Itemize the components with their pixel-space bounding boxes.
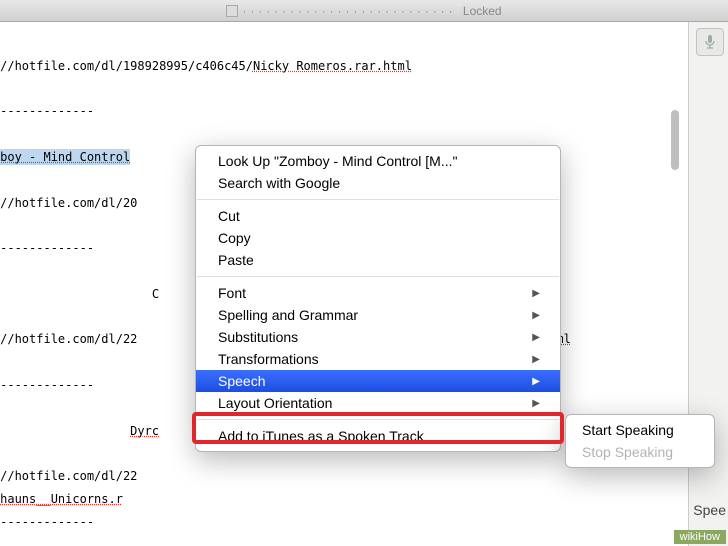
url-fragment[interactable]: ttps://hotfile.com/dl/198928995/c406c45/ (0, 59, 253, 73)
scrollbar-thumb[interactable] (671, 110, 679, 170)
menu-item-speech[interactable]: Speech ▶ (196, 370, 560, 392)
menu-item-spelling[interactable]: Spelling and Grammar ▶ (196, 304, 560, 326)
selected-text[interactable]: Zomboy - Mind Control (0, 149, 130, 165)
divider-line: ------------------ (0, 515, 94, 529)
menu-label: Paste (218, 252, 254, 268)
window-titlebar: · · · · · · · · · · · · · · · · · · · · … (0, 0, 728, 22)
speech-submenu: Start Speaking Stop Speaking (565, 414, 715, 468)
locked-label: Locked (463, 4, 502, 18)
text-word[interactable]: Dyrc (130, 424, 159, 438)
menu-label: Layout Orientation (218, 395, 332, 411)
divider-line: ------------------ (0, 104, 94, 118)
chevron-right-icon: ▶ (532, 398, 540, 409)
menu-item-copy[interactable]: Copy (196, 227, 560, 249)
menu-label: Substitutions (218, 329, 298, 345)
wikihow-watermark: wikiHow (674, 530, 726, 544)
url-fragment[interactable]: ttps://hotfile.com/dl/22 (0, 469, 137, 483)
url-filename[interactable]: eprechauns__Unicorns.r (0, 492, 123, 506)
chevron-right-icon: ▶ (532, 376, 540, 387)
menu-label: Start Speaking (582, 422, 674, 438)
menu-item-lookup[interactable]: Look Up "Zomboy - Mind Control [M..." (196, 150, 560, 172)
menu-item-search-google[interactable]: Search with Google (196, 172, 560, 194)
menu-label: Spelling and Grammar (218, 307, 358, 323)
chevron-right-icon: ▶ (532, 310, 540, 321)
menu-label: Speech (218, 373, 265, 389)
document-icon (226, 5, 238, 17)
menu-separator (197, 199, 559, 200)
chevron-right-icon: ▶ (532, 288, 540, 299)
menu-item-substitutions[interactable]: Substitutions ▶ (196, 326, 560, 348)
divider-line: ------------------ (0, 241, 94, 255)
menu-label: Transformations (218, 351, 319, 367)
menu-item-start-speaking[interactable]: Start Speaking (566, 419, 714, 441)
menu-item-stop-speaking: Stop Speaking (566, 441, 714, 463)
vertical-scrollbar[interactable] (670, 40, 680, 240)
menu-separator (197, 276, 559, 277)
menu-label: Add to iTunes as a Spoken Track (218, 428, 424, 444)
menu-label: Search with Google (218, 175, 340, 191)
menu-item-transformations[interactable]: Transformations ▶ (196, 348, 560, 370)
url-filename[interactable]: Nicky Romeros.rar.html (253, 59, 412, 73)
chevron-right-icon: ▶ (532, 354, 540, 365)
microphone-icon[interactable] (696, 28, 724, 56)
text-char[interactable]: C (152, 287, 159, 301)
chevron-right-icon: ▶ (532, 332, 540, 343)
menu-item-font[interactable]: Font ▶ (196, 282, 560, 304)
menu-item-paste[interactable]: Paste (196, 249, 560, 271)
menu-separator (197, 419, 559, 420)
window-title: · · · · · · · · · · · · · · · · · · · · … (242, 4, 452, 18)
menu-label: Look Up "Zomboy - Mind Control [M..." (218, 153, 457, 169)
divider-line: ------------------ (0, 378, 94, 392)
url-fragment[interactable]: ttps://hotfile.com/dl/22 (0, 332, 137, 346)
menu-label: Cut (218, 208, 240, 224)
context-menu: Look Up "Zomboy - Mind Control [M..." Se… (195, 145, 561, 452)
menu-item-add-to-itunes[interactable]: Add to iTunes as a Spoken Track (196, 425, 560, 447)
menu-item-layout-orientation[interactable]: Layout Orientation ▶ (196, 392, 560, 414)
menu-label: Stop Speaking (582, 444, 673, 460)
menu-label: Font (218, 285, 246, 301)
url-fragment[interactable]: ttps://hotfile.com/dl/20 (0, 196, 137, 210)
menu-label: Copy (218, 230, 251, 246)
right-panel-label: Spee (693, 502, 726, 518)
menu-item-cut[interactable]: Cut (196, 205, 560, 227)
